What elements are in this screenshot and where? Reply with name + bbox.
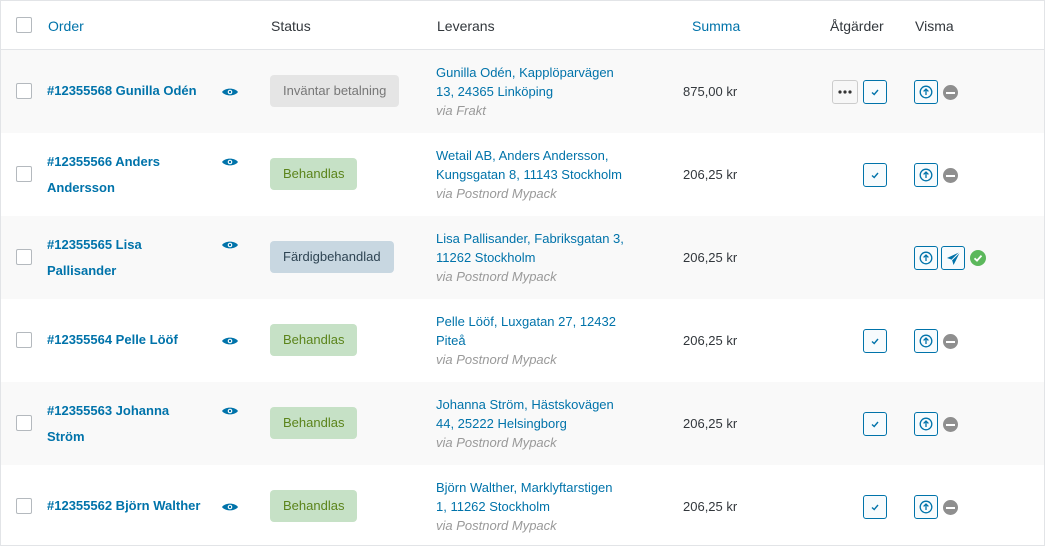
order-total: 875,00 kr: [683, 84, 738, 99]
column-header-order[interactable]: Order: [48, 17, 84, 35]
eye-icon[interactable]: [222, 87, 238, 97]
eye-icon[interactable]: [222, 502, 238, 512]
more-dots-icon: [838, 90, 852, 94]
column-header-visma: Visma: [915, 18, 954, 34]
complete-order-button[interactable]: [863, 412, 887, 436]
status-badge: Behandlas: [270, 324, 358, 356]
order-total: 206,25 kr: [683, 167, 738, 182]
table-row: #12355565 Lisa Pallisander Färdigbehandl…: [1, 216, 1044, 299]
shipping-address[interactable]: Wetail AB, Anders Andersson, Kungsgatan …: [436, 146, 641, 203]
upload-arrow-icon: [919, 334, 933, 348]
order-link[interactable]: #12355568 Gunilla Odén: [47, 78, 217, 104]
minus-circle-icon: [943, 500, 958, 515]
table-row: #12355562 Björn Walther Behandlas Björn …: [1, 465, 1044, 548]
check-circle-icon: [970, 250, 986, 266]
shipping-address[interactable]: Gunilla Odén, Kapplöparvägen 13, 24365 L…: [436, 63, 641, 120]
row-checkbox[interactable]: [16, 166, 32, 182]
upload-arrow-icon: [919, 251, 933, 265]
shipping-method: via Postnord Mypack: [436, 352, 557, 367]
column-header-actions: Åtgärder: [830, 18, 884, 34]
visma-upload-button[interactable]: [914, 163, 938, 187]
shipping-method: via Postnord Mypack: [436, 269, 557, 284]
status-badge: Behandlas: [270, 490, 358, 522]
table-row: #12355566 Anders Andersson Behandlas Wet…: [1, 133, 1044, 216]
minus-circle-icon: [943, 417, 958, 432]
complete-order-button[interactable]: [863, 495, 887, 519]
order-total: 206,25 kr: [683, 250, 738, 265]
select-all-checkbox[interactable]: [16, 17, 32, 33]
upload-arrow-icon: [919, 85, 933, 99]
table-row: #12355563 Johanna Ström Behandlas Johann…: [1, 382, 1044, 465]
eye-icon[interactable]: [222, 157, 238, 167]
table-row: #12355568 Gunilla Odén Inväntar betalnin…: [1, 50, 1044, 133]
eye-icon[interactable]: [222, 336, 238, 346]
status-badge: Behandlas: [270, 407, 358, 439]
shipping-address[interactable]: Lisa Pallisander, Fabriksgatan 3, 11262 …: [436, 229, 641, 286]
complete-order-button[interactable]: [863, 329, 887, 353]
order-link[interactable]: #12355563 Johanna Ström: [47, 398, 217, 450]
column-header-status: Status: [271, 18, 311, 34]
row-checkbox[interactable]: [16, 332, 32, 348]
table-row: #12355564 Pelle Lööf Behandlas Pelle Löö…: [1, 299, 1044, 382]
visma-upload-button[interactable]: [914, 80, 938, 104]
checkmark-icon: [871, 172, 879, 179]
checkmark-icon: [871, 421, 879, 428]
shipping-address[interactable]: Björn Walther, Marklyftarstigen 1, 11262…: [436, 478, 641, 535]
shipping-method: via Frakt: [436, 103, 486, 118]
column-header-shipping: Leverans: [437, 18, 495, 34]
status-badge: Inväntar betalning: [270, 75, 400, 107]
checkmark-icon: [871, 89, 879, 96]
order-link[interactable]: #12355566 Anders Andersson: [47, 149, 217, 201]
visma-upload-button[interactable]: [914, 495, 938, 519]
shipping-address[interactable]: Johanna Ström, Hästskovägen 44, 25222 He…: [436, 395, 641, 452]
minus-circle-icon: [943, 168, 958, 183]
order-link[interactable]: #12355564 Pelle Lööf: [47, 327, 217, 353]
order-total: 206,25 kr: [683, 416, 738, 431]
complete-order-button[interactable]: [863, 163, 887, 187]
checkmark-icon: [871, 338, 879, 345]
column-header-total[interactable]: Summa: [692, 17, 740, 35]
status-badge: Färdigbehandlad: [270, 241, 394, 273]
visma-upload-button[interactable]: [914, 412, 938, 436]
checkmark-icon: [871, 504, 879, 511]
send-button[interactable]: [941, 246, 965, 270]
row-checkbox[interactable]: [16, 415, 32, 431]
minus-circle-icon: [943, 85, 958, 100]
status-badge: Behandlas: [270, 158, 358, 190]
row-checkbox[interactable]: [16, 249, 32, 265]
paper-plane-icon: [946, 251, 960, 265]
row-checkbox[interactable]: [16, 498, 32, 514]
orders-table: Order Status Leverans Summa Åtgärder Vis…: [0, 0, 1045, 546]
visma-upload-button[interactable]: [914, 246, 938, 270]
minus-circle-icon: [943, 334, 958, 349]
upload-arrow-icon: [919, 417, 933, 431]
table-header: Order Status Leverans Summa Åtgärder Vis…: [1, 1, 1044, 50]
complete-order-button[interactable]: [863, 80, 887, 104]
shipping-method: via Postnord Mypack: [436, 518, 557, 533]
upload-arrow-icon: [919, 500, 933, 514]
eye-icon[interactable]: [222, 406, 238, 416]
visma-upload-button[interactable]: [914, 329, 938, 353]
shipping-address[interactable]: Pelle Lööf, Luxgatan 27, 12432 Piteå via…: [436, 312, 641, 369]
order-link[interactable]: #12355565 Lisa Pallisander: [47, 232, 217, 284]
order-total: 206,25 kr: [683, 333, 738, 348]
order-total: 206,25 kr: [683, 499, 738, 514]
order-link[interactable]: #12355562 Björn Walther: [47, 493, 217, 519]
upload-arrow-icon: [919, 168, 933, 182]
eye-icon[interactable]: [222, 240, 238, 250]
row-checkbox[interactable]: [16, 83, 32, 99]
shipping-method: via Postnord Mypack: [436, 435, 557, 450]
shipping-method: via Postnord Mypack: [436, 186, 557, 201]
more-actions-button[interactable]: [832, 80, 858, 104]
